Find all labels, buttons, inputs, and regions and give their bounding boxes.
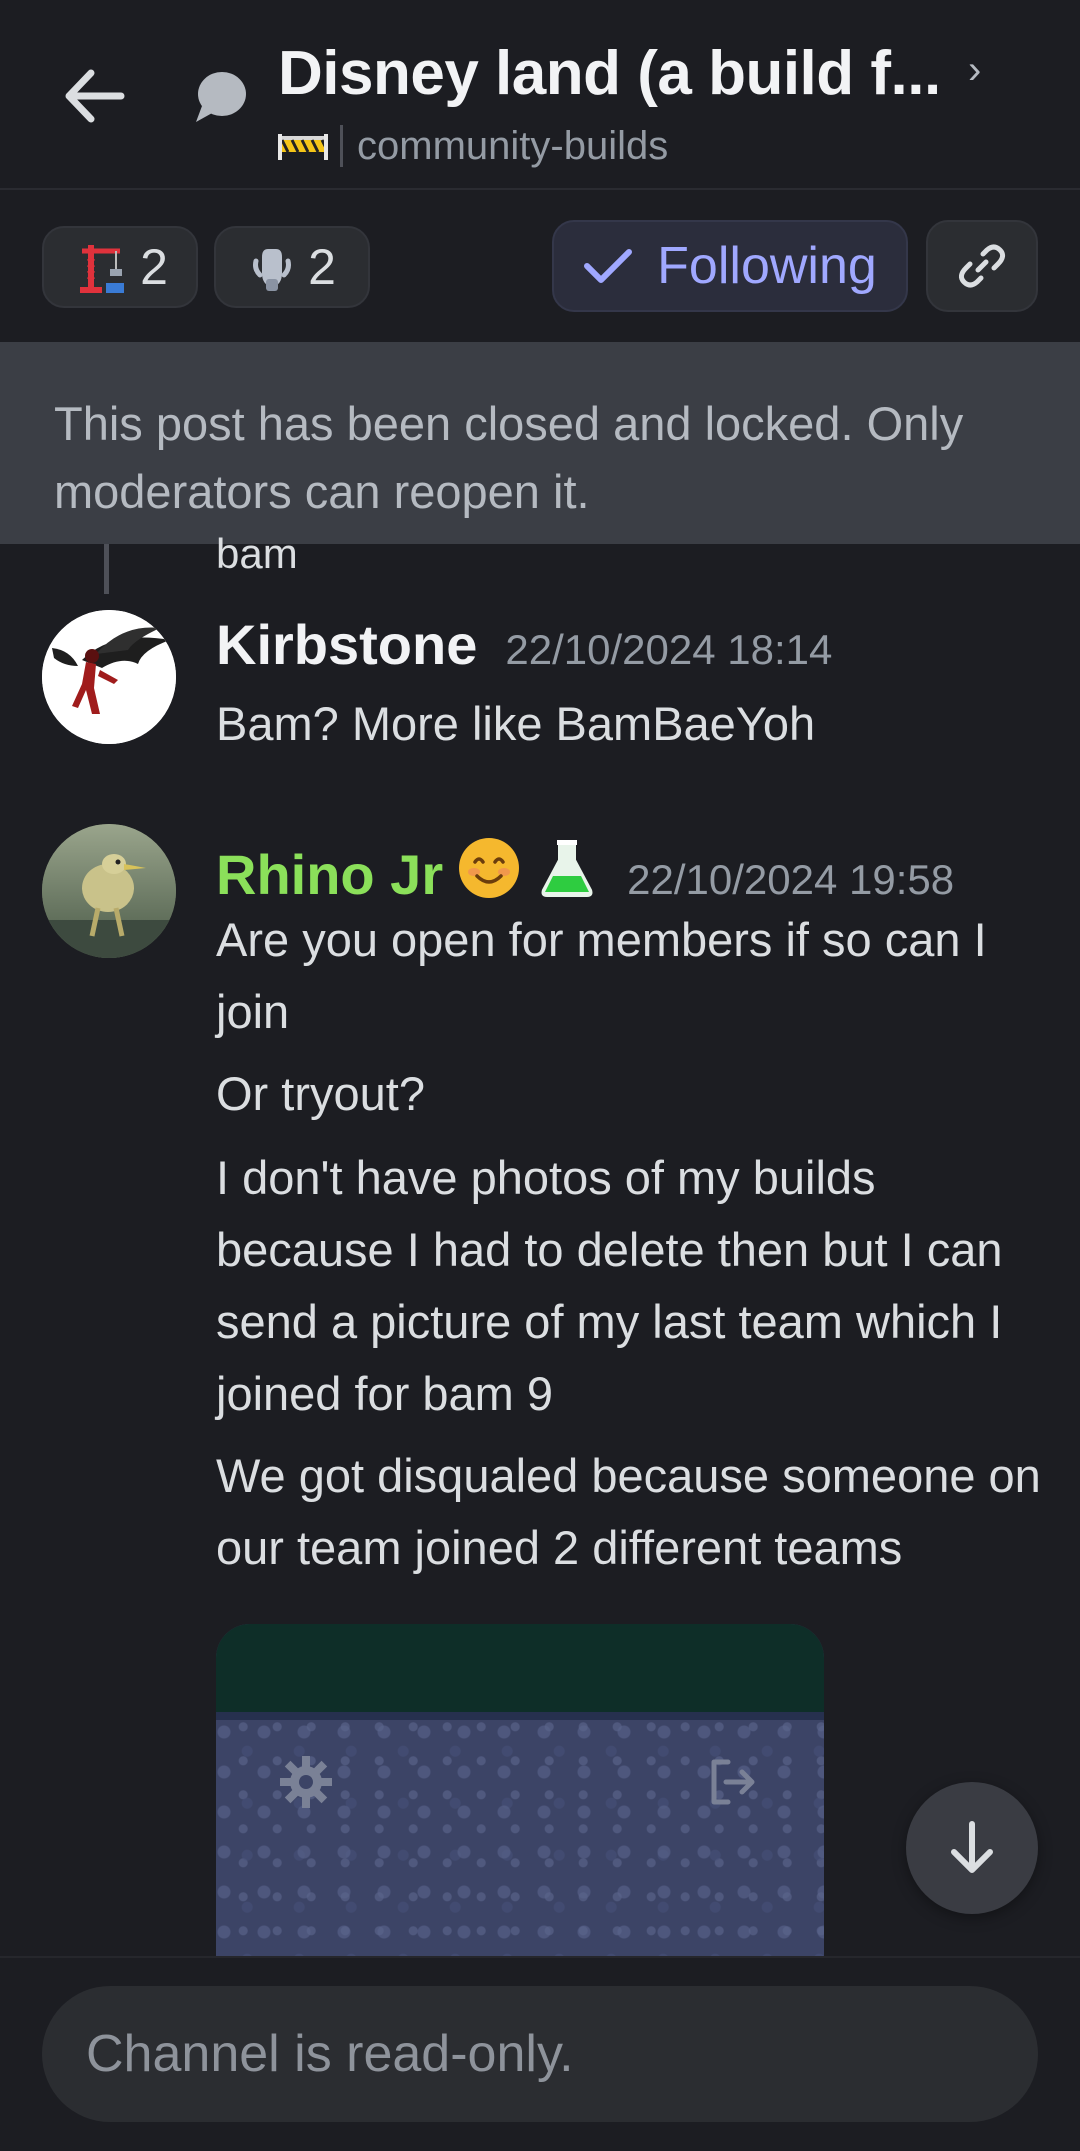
message-text: Bam? More like BamBaeYoh <box>216 697 816 750</box>
username[interactable]: Rhino Jr <box>216 842 443 907</box>
thread-tag-row: 2 2 Following <box>0 192 1080 342</box>
jump-to-bottom-button[interactable] <box>906 1782 1038 1914</box>
timestamp: 22/10/2024 19:58 <box>627 856 955 903</box>
copy-link-button[interactable] <box>926 220 1038 312</box>
message-text: Or tryout? <box>216 1067 425 1120</box>
username[interactable]: Kirbstone <box>216 612 477 677</box>
image-attachment[interactable] <box>216 1624 824 1959</box>
exit-icon <box>711 1759 755 1805</box>
message-text: Are you open for members if so can I joi… <box>216 913 987 1038</box>
message-text: We got disqualed because someone on our … <box>216 1449 1041 1574</box>
thread-bubble-icon <box>196 72 246 122</box>
tag-chip-crane[interactable]: 2 <box>42 226 198 308</box>
smiling-face-icon <box>457 836 521 900</box>
message-text: I don't have photos of my builds because… <box>216 1151 1003 1420</box>
previous-message-peek: bam <box>216 530 298 577</box>
attachment-top-band <box>216 1624 824 1716</box>
link-icon <box>958 244 1006 288</box>
locked-notice-text: This post has been closed and locked. On… <box>54 397 964 518</box>
chevron-right-icon[interactable]: › <box>968 48 981 93</box>
timestamp: 22/10/2024 18:14 <box>505 626 833 673</box>
channel-name: community-builds <box>357 123 669 168</box>
arrow-left-icon <box>65 69 125 123</box>
tag-chip-hand[interactable]: 2 <box>214 226 370 308</box>
breadcrumb-divider <box>340 125 343 167</box>
avatar[interactable] <box>42 610 176 744</box>
reply-thread-line <box>104 544 109 594</box>
locked-notice-banner: This post has been closed and locked. On… <box>0 342 1080 544</box>
arrow-down-icon <box>951 1821 993 1873</box>
message-header: Kirbstone 22/10/2024 18:14 <box>216 612 832 677</box>
bird-avatar-icon <box>42 824 176 958</box>
tag-count: 2 <box>308 239 336 295</box>
tag-count: 2 <box>140 239 168 295</box>
avatar[interactable] <box>42 824 176 958</box>
thread-title[interactable]: Disney land (a build f... <box>278 38 941 109</box>
thread-header: Disney land (a build f... › community-bu… <box>0 0 1080 190</box>
following-button[interactable]: Following <box>552 220 908 312</box>
construction-tape-icon <box>278 131 328 161</box>
read-only-composer: Channel is read-only. <box>42 1986 1038 2122</box>
winged-figure-avatar-icon <box>42 610 176 744</box>
back-button[interactable] <box>54 56 134 136</box>
composer-bar: Channel is read-only. <box>0 1956 1080 2151</box>
gear-icon <box>280 1756 332 1808</box>
hand-icon <box>253 249 292 291</box>
channel-breadcrumb[interactable]: community-builds <box>278 124 668 168</box>
message-header: Rhino Jr 22/10/2024 19:58 <box>216 830 954 907</box>
checkmark-icon <box>583 246 633 286</box>
flask-icon <box>535 836 599 900</box>
following-label: Following <box>657 237 877 295</box>
attachment-divider <box>216 1712 824 1720</box>
crane-icon <box>80 245 125 293</box>
